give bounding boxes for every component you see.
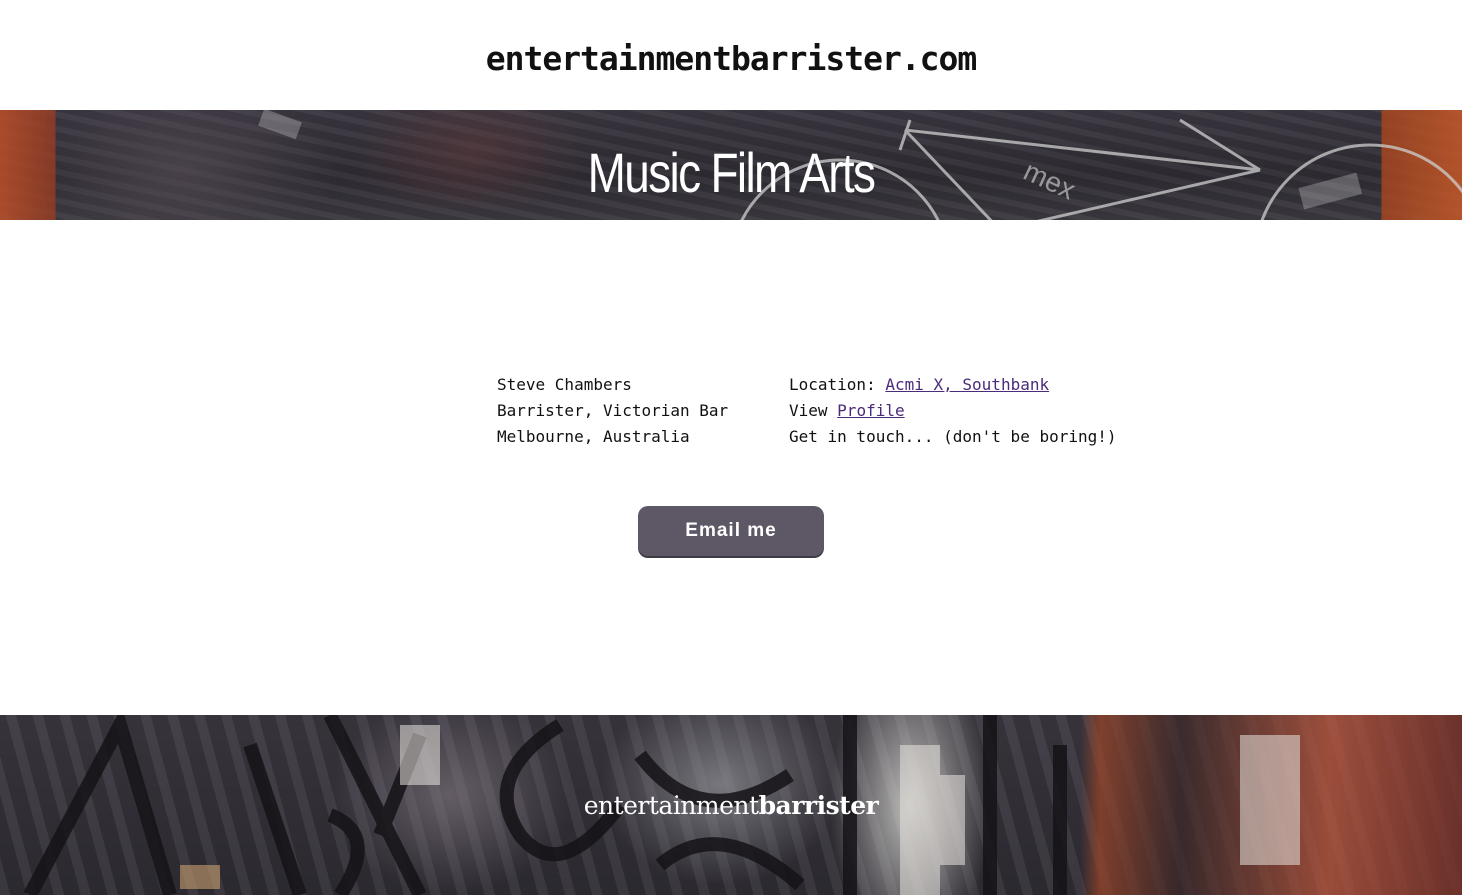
- contact-city: Melbourne, Australia: [497, 427, 690, 446]
- contact-details: Steve Chambers Barrister, Victorian Bar …: [497, 372, 728, 450]
- site-title[interactable]: entertainmentbarrister.com: [486, 33, 978, 78]
- email-me-button[interactable]: Email me: [638, 506, 824, 556]
- site-footer: entertainmentbarrister: [0, 715, 1462, 895]
- location-label: Location:: [789, 375, 876, 394]
- footer-logo-bold: barrister: [758, 791, 879, 820]
- hero-title: Music Film Arts: [587, 140, 876, 204]
- location-link[interactable]: Acmi X, Southbank: [885, 375, 1049, 394]
- footer-logo-light: entertainment: [583, 791, 759, 820]
- contact-role: Barrister, Victorian Bar: [497, 401, 729, 420]
- profile-link[interactable]: Profile: [837, 401, 904, 420]
- contact-name: Steve Chambers: [497, 375, 632, 394]
- site-header: entertainmentbarrister.com: [0, 0, 1462, 110]
- view-label: View: [789, 401, 828, 420]
- profile-line: View Profile: [789, 398, 1117, 424]
- footer-logo[interactable]: entertainmentbarrister: [0, 791, 1462, 820]
- get-in-touch-text: Get in touch... (don't be boring!): [789, 427, 1117, 446]
- hero-banner: mex Music Film Arts: [0, 110, 1462, 220]
- location-line: Location: Acmi X, Southbank: [789, 372, 1117, 398]
- contact-links: Location: Acmi X, Southbank View Profile…: [789, 372, 1117, 450]
